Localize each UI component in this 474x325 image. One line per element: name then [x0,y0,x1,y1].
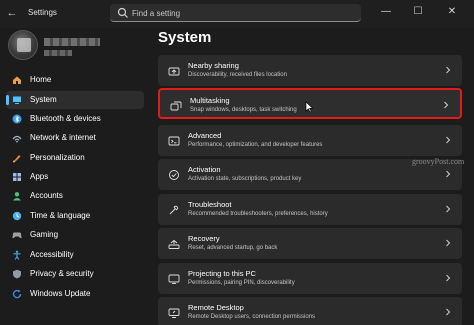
privacy-shield-icon [13,269,21,279]
remote-desktop-icon [168,308,180,318]
sidebar-item-accounts[interactable]: Accounts [6,187,144,205]
bluetooth-icon [12,114,22,124]
card-title: Advanced [188,131,222,140]
chevron-right-icon [446,239,451,247]
title-bar: ← Settings — ☐ ✕ [0,0,474,28]
accessibility-icon [13,250,21,260]
chevron-right-icon [446,170,451,178]
card-advanced[interactable]: Advanced Performance, optimization, and … [158,125,462,156]
avatar[interactable] [8,30,38,60]
card-title: Projecting to this PC [188,269,256,278]
sidebar-item-label: Apps [30,172,49,181]
sidebar-item-label: Bluetooth & devices [30,114,101,123]
sidebar-item-label: Personalization [30,153,85,162]
sidebar-item-system[interactable]: System [6,91,144,109]
card-subtitle: Performance, optimization, and developer… [188,142,323,148]
sidebar-item-label: Network & internet [30,133,96,142]
sidebar-item-label: Accessibility [30,250,74,259]
main-content: System Nearby sharing Discoverability, r… [150,28,474,325]
apps-icon [13,173,21,181]
watermark: groovyPost.com [412,157,465,166]
close-button[interactable]: ✕ [440,2,464,22]
account-email-redacted [44,50,72,56]
card-remote-desktop[interactable]: Remote Desktop Remote Desktop users, con… [158,297,462,325]
chevron-right-icon [446,205,451,213]
search-input[interactable] [132,6,352,20]
app-title: Settings [28,8,57,17]
time-language-icon [12,211,22,221]
advanced-icon [168,136,180,146]
card-subtitle: Snap windows, desktops, task switching [190,107,297,113]
card-title: Remote Desktop [188,303,244,312]
search-icon [117,7,128,18]
card-subtitle: Remote Desktop users, connection permiss… [188,314,316,320]
sidebar-item-privacy-security[interactable]: Privacy & security [6,265,144,283]
projecting-icon [168,274,180,284]
recovery-icon [168,239,180,249]
accounts-icon [13,192,21,201]
sidebar-item-label: Windows Update [30,289,91,298]
sidebar-item-gaming[interactable]: Gaming [6,226,144,244]
card-title: Recovery [188,234,220,243]
sidebar: Home System Bluetooth & devices Network … [0,28,150,325]
sidebar-item-label: Time & language [30,211,91,220]
chevron-right-icon [444,101,449,109]
gaming-icon [12,232,22,239]
search-box[interactable] [110,4,361,22]
chevron-right-icon [446,66,451,74]
personalization-icon [13,155,21,163]
card-troubleshoot[interactable]: Troubleshoot Recommended troubleshooters… [158,194,462,225]
sidebar-item-network[interactable]: Network & internet [6,129,144,147]
sidebar-item-time-language[interactable]: Time & language [6,207,144,225]
maximize-button[interactable]: ☐ [406,2,430,22]
card-subtitle: Reset, advanced startup, go back [188,245,278,251]
card-subtitle: Recommended troubleshooters, preferences… [188,211,328,217]
card-recovery[interactable]: Recovery Reset, advanced startup, go bac… [158,228,462,259]
card-title: Nearby sharing [188,61,239,70]
sidebar-item-windows-update[interactable]: Windows Update [6,285,144,303]
multitasking-icon [170,101,182,111]
sidebar-item-label: Home [30,75,52,84]
chevron-right-icon [446,308,451,316]
troubleshoot-icon [169,205,179,215]
windows-update-icon [12,289,22,299]
sidebar-item-accessibility[interactable]: Accessibility [6,246,144,264]
chevron-right-icon [446,274,451,282]
sidebar-item-personalization[interactable]: Personalization [6,149,144,167]
card-subtitle: Permissions, pairing PIN, discoverabilit… [188,280,295,286]
sidebar-item-label: Accounts [30,191,63,200]
network-icon [12,135,22,143]
card-nearby-sharing[interactable]: Nearby sharing Discoverability, received… [158,55,462,86]
activation-icon [169,170,179,180]
nearby-sharing-icon [168,67,180,76]
mouse-cursor-icon [305,101,314,113]
card-title: Troubleshoot [188,200,232,209]
sidebar-item-apps[interactable]: Apps [6,168,144,186]
minimize-button[interactable]: — [374,2,398,22]
chevron-right-icon [446,136,451,144]
card-projecting[interactable]: Projecting to this PC Permissions, pairi… [158,263,462,294]
active-indicator [6,95,9,105]
back-button[interactable]: ← [4,5,20,21]
page-title: System [158,29,212,46]
card-subtitle: Activation state, subscriptions, product… [188,176,302,182]
card-title: Multitasking [190,96,230,105]
card-title: Activation [188,165,221,174]
sidebar-item-home[interactable]: Home [6,71,144,89]
sidebar-item-label: Gaming [30,230,59,239]
card-subtitle: Discoverability, received files location [188,72,287,78]
sidebar-item-bluetooth[interactable]: Bluetooth & devices [6,110,144,128]
account-name-redacted [44,38,100,46]
sidebar-item-label: System [30,95,57,104]
home-icon [13,76,21,84]
system-icon [13,96,21,104]
sidebar-item-label: Privacy & security [30,269,94,278]
